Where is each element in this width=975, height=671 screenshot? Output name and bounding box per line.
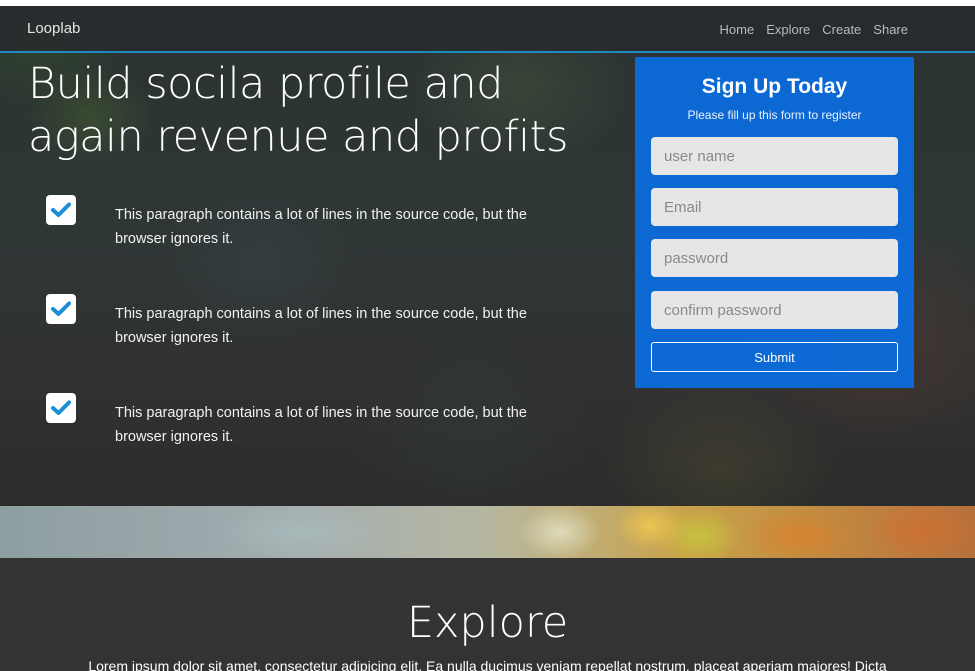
brand-logo[interactable]: Looplab (27, 20, 80, 37)
top-navbar: Looplab Home Explore Create Share (0, 6, 975, 53)
hero-headline: Build socila profile and again revenue a… (28, 59, 568, 162)
feature-item: This paragraph contains a lot of lines i… (46, 393, 566, 453)
signup-form: Sign Up Today Please fill up this form t… (635, 57, 914, 388)
explore-text: Lorem ipsum dolor sit amet, consectetur … (88, 658, 887, 671)
feature-text: This paragraph contains a lot of lines i… (115, 305, 527, 346)
nav-links: Home Explore Create Share (720, 22, 909, 37)
confirm-password-input[interactable] (651, 291, 898, 329)
nav-link-create[interactable]: Create (822, 22, 861, 37)
submit-button[interactable]: Submit (651, 342, 898, 372)
explore-title: Explore (406, 598, 569, 648)
check-icon (46, 393, 76, 423)
feature-item: This paragraph contains a lot of lines i… (46, 195, 566, 255)
nav-link-explore[interactable]: Explore (766, 22, 810, 37)
hero-bokeh-strip (0, 506, 975, 558)
username-input[interactable] (651, 137, 898, 175)
check-icon (46, 294, 76, 324)
feature-text: This paragraph contains a lot of lines i… (115, 206, 527, 247)
nav-link-home[interactable]: Home (720, 22, 755, 37)
explore-section: Explore Lorem ipsum dolor sit amet, cons… (0, 558, 975, 671)
check-icon (46, 195, 76, 225)
email-input[interactable] (651, 188, 898, 226)
feature-text: This paragraph contains a lot of lines i… (115, 404, 527, 445)
feature-item: This paragraph contains a lot of lines i… (46, 294, 566, 354)
signup-title: Sign Up Today (701, 75, 848, 98)
password-input[interactable] (651, 239, 898, 277)
nav-link-share[interactable]: Share (873, 22, 908, 37)
signup-subtitle: Please fill up this form to register (687, 108, 862, 122)
